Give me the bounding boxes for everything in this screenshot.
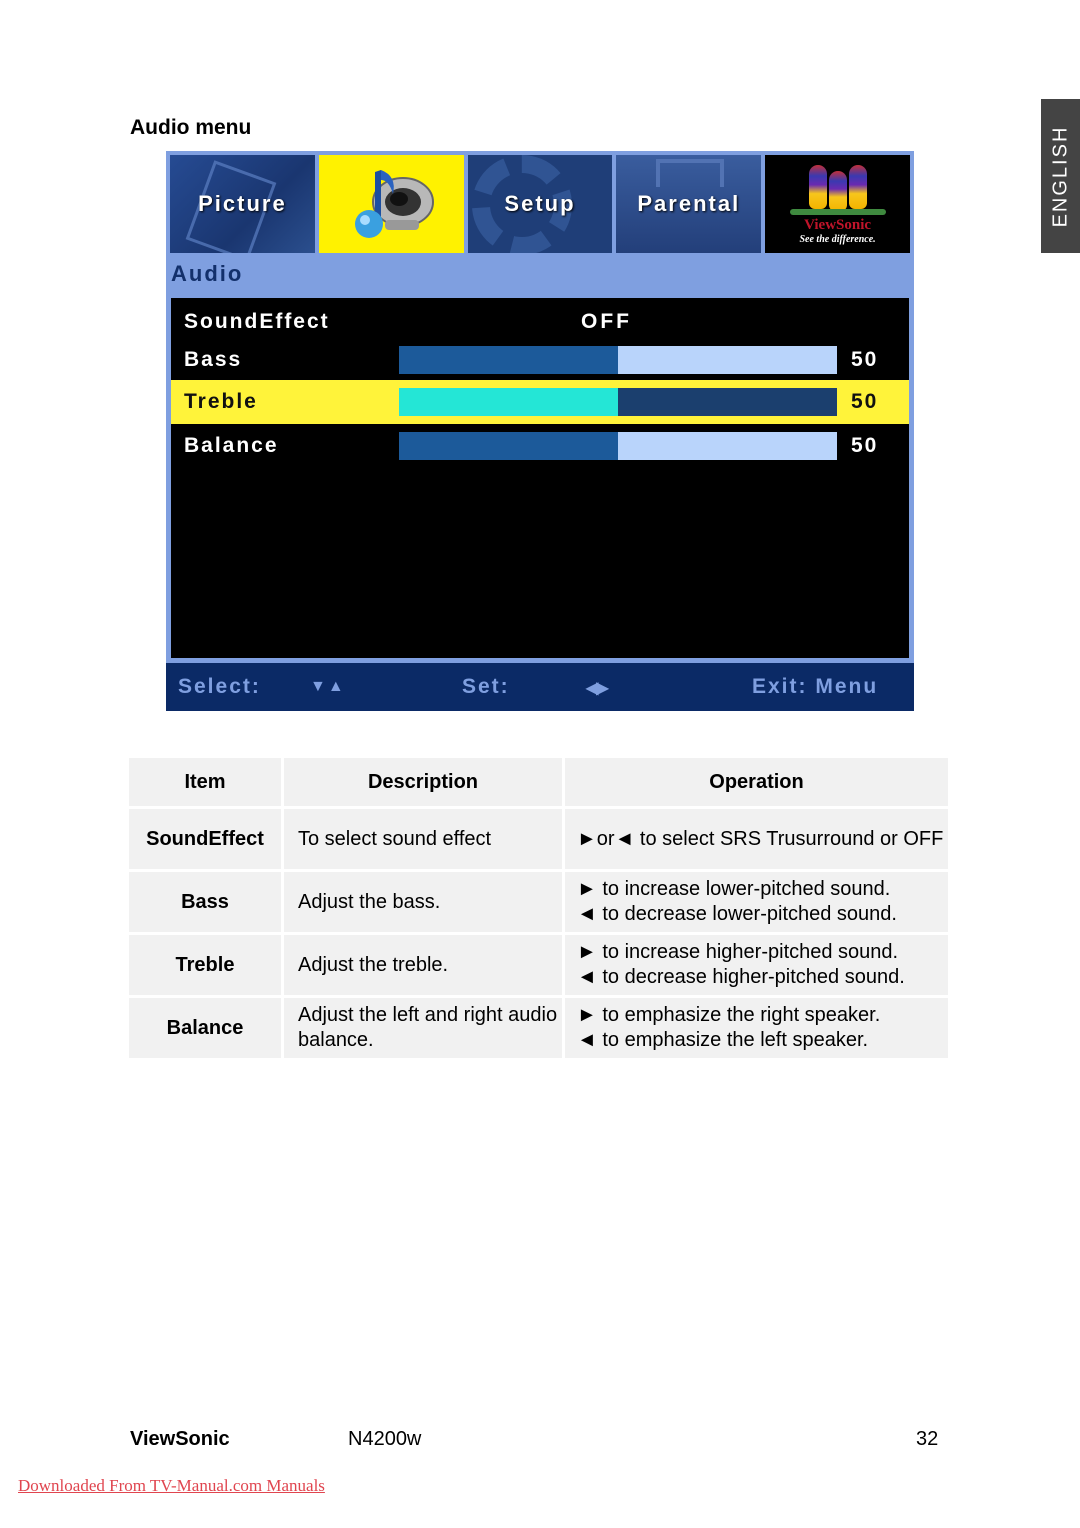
logo-brand: ViewSonic <box>804 217 872 233</box>
tab-parental[interactable]: Parental <box>616 155 762 253</box>
up-down-arrows-icon: ▼▲ <box>310 678 346 695</box>
cell-operation: ► to increase higher-pitched sound. ◄ to… <box>565 935 948 995</box>
balance-slider[interactable] <box>399 432 837 460</box>
tab-picture-label: Picture <box>198 191 287 216</box>
cell-description: To select sound effect <box>284 809 562 869</box>
tab-picture[interactable]: Picture <box>170 155 315 253</box>
row-value: 50 <box>851 348 879 371</box>
menu-row-soundeffect[interactable]: SoundEffect OFF <box>171 302 909 342</box>
audio-speaker-note-icon <box>355 170 435 238</box>
footer-brand: ViewSonic <box>130 1428 230 1450</box>
tab-setup-label: Setup <box>504 191 576 216</box>
osd-tabs: Picture Setup Parental ViewSonic See the… <box>170 155 910 253</box>
language-tab: ENGLISH <box>1041 99 1080 253</box>
cell-item: Bass <box>129 872 281 932</box>
page-number: 32 <box>916 1428 939 1450</box>
header-operation: Operation <box>565 758 948 806</box>
cell-operation: ►or◄ to select SRS Trusurround or OFF <box>565 809 948 869</box>
language-label: ENGLISH <box>1049 125 1071 227</box>
row-label: Bass <box>184 348 243 371</box>
row-value: OFF <box>581 310 632 333</box>
menu-row-balance[interactable]: Balance 50 <box>171 426 909 466</box>
row-value: 50 <box>851 434 879 457</box>
select-hint-label: Select: <box>178 675 261 698</box>
tab-parental-label: Parental <box>637 191 741 216</box>
menu-row-bass[interactable]: Bass 50 <box>171 340 909 380</box>
tab-setup[interactable]: Setup <box>467 155 613 253</box>
logo-tagline: See the difference. <box>799 234 876 245</box>
operation-line: ◄ to decrease lower-pitched sound. <box>577 903 897 925</box>
operation-line: ► to emphasize the right speaker. <box>577 1004 881 1026</box>
table-row: Bass Adjust the bass. ► to increase lowe… <box>129 872 948 932</box>
slider-fill <box>399 432 618 460</box>
header-description: Description <box>284 758 562 806</box>
tab-audio[interactable] <box>318 155 464 253</box>
table-row: Balance Adjust the left and right audio … <box>129 998 948 1058</box>
operation-line: ► to increase lower-pitched sound. <box>577 878 891 900</box>
viewsonic-logo: ViewSonic See the difference. <box>765 155 910 253</box>
header-item: Item <box>129 758 281 806</box>
table-row: Treble Adjust the treble. ► to increase … <box>129 935 948 995</box>
operation-line: ► to increase higher-pitched sound. <box>577 941 899 963</box>
section-title: Audio menu <box>130 116 252 139</box>
cell-operation: ► to emphasize the right speaker. ◄ to e… <box>565 998 948 1058</box>
row-label: Balance <box>184 434 279 457</box>
bass-slider[interactable] <box>399 346 837 374</box>
treble-slider[interactable] <box>399 388 837 416</box>
table-header-row: Item Description Operation <box>129 758 948 806</box>
exit-hint-label: Exit: Menu <box>752 675 879 698</box>
left-right-arrows-icon: ◀▶ <box>586 680 609 697</box>
cell-item: Balance <box>129 998 281 1058</box>
perch-branch <box>789 209 886 215</box>
row-label: SoundEffect <box>184 310 330 333</box>
table-row: SoundEffect To select sound effect ►or◄ … <box>129 809 948 869</box>
operation-line: ◄ to emphasize the left speaker. <box>577 1029 869 1051</box>
tv-osd-screenshot: Picture Setup Parental ViewSonic See the… <box>166 151 914 711</box>
osd-help-bar: Select: ▼▲ Set: ◀▶ Exit: Menu <box>166 663 914 711</box>
cell-description: Adjust the bass. <box>284 872 562 932</box>
cell-description: Adjust the left and right audio balance. <box>284 998 562 1058</box>
operation-line: ◄ to decrease higher-pitched sound. <box>577 966 905 988</box>
cell-item: Treble <box>129 935 281 995</box>
audio-menu-table: Item Description Operation SoundEffect T… <box>126 755 951 1061</box>
download-source-link[interactable]: Downloaded From TV-Manual.com Manuals <box>18 1476 325 1496</box>
row-label: Treble <box>184 390 258 413</box>
slider-fill <box>399 388 618 416</box>
osd-menu-list: SoundEffect OFF Bass 50 Treble 50 Balanc… <box>171 298 909 658</box>
cell-description: Adjust the treble. <box>284 935 562 995</box>
osd-heading: Audio <box>171 261 244 286</box>
footer-model: N4200w <box>348 1428 422 1450</box>
cell-operation: ► to increase lower-pitched sound. ◄ to … <box>565 872 948 932</box>
cell-item: SoundEffect <box>129 809 281 869</box>
menu-row-treble[interactable]: Treble 50 <box>171 380 909 424</box>
lorikeet-birds-icon <box>808 165 867 211</box>
set-hint-label: Set: <box>462 675 510 698</box>
slider-fill <box>399 346 618 374</box>
operation-line: ►or◄ to select SRS Trusurround or OFF <box>577 827 944 850</box>
row-value: 50 <box>851 390 879 413</box>
